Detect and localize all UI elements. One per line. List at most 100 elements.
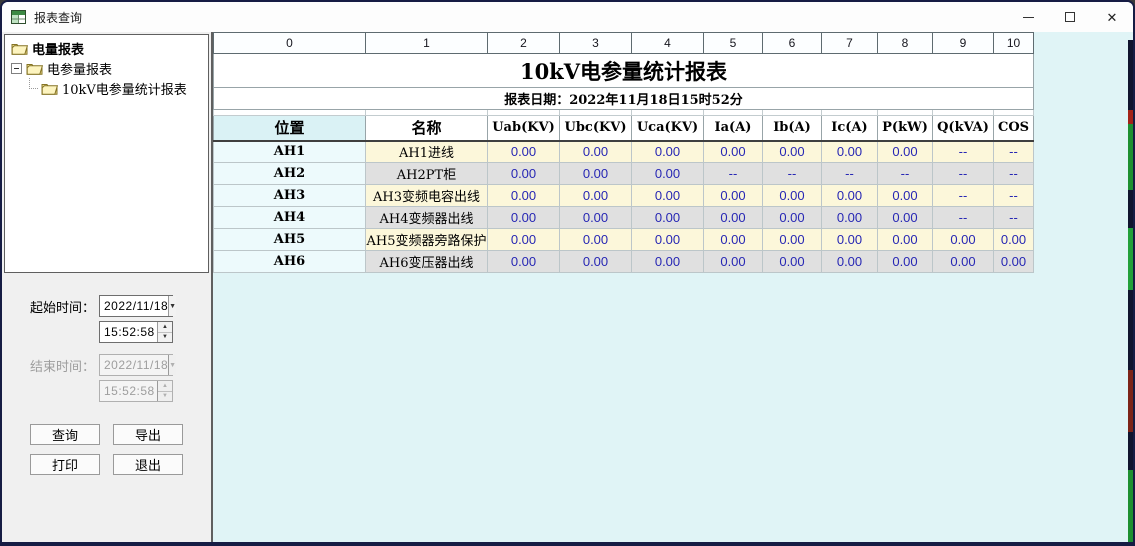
column-header[interactable]: COS [994,116,1034,141]
value-cell[interactable]: 0.00 [822,185,878,207]
value-cell[interactable]: 0.00 [763,207,822,229]
query-button[interactable]: 查询 [30,424,100,445]
location-cell[interactable]: AH2 [214,163,366,185]
column-header[interactable]: P(kW) [878,116,933,141]
column-header[interactable]: Uca(KV) [632,116,704,141]
collapse-expander-icon[interactable] [11,63,22,74]
minimize-button[interactable] [1007,2,1049,32]
name-cell[interactable]: AH3变频电容出线 [366,185,488,207]
start-time-spinner[interactable]: 15:52:58 ▲ ▼ [99,321,173,343]
column-header[interactable]: Q(kVA) [933,116,994,141]
value-cell[interactable]: 0.00 [822,229,878,251]
value-cell[interactable]: -- [878,163,933,185]
tree-item-report[interactable]: 10kV电参量统计报表 [7,78,206,98]
value-cell[interactable]: 0.00 [632,163,704,185]
column-header[interactable]: Ic(A) [822,116,878,141]
value-cell[interactable]: 0.00 [704,251,763,273]
value-cell[interactable]: -- [933,185,994,207]
value-cell[interactable]: 0.00 [822,141,878,163]
column-index-header[interactable]: 3 [560,33,632,54]
name-cell[interactable]: AH2PT柜 [366,163,488,185]
value-cell[interactable]: 0.00 [488,207,560,229]
maximize-button[interactable] [1049,2,1091,32]
column-index-header[interactable]: 2 [488,33,560,54]
location-cell[interactable]: AH6 [214,251,366,273]
value-cell[interactable]: 0.00 [704,229,763,251]
value-cell[interactable]: 0.00 [560,141,632,163]
print-button[interactable]: 打印 [30,454,100,475]
value-cell[interactable]: -- [822,163,878,185]
value-cell[interactable]: 0.00 [878,207,933,229]
value-cell[interactable]: 0.00 [704,207,763,229]
value-cell[interactable]: 0.00 [488,229,560,251]
value-cell[interactable]: 0.00 [878,229,933,251]
column-header[interactable]: Ia(A) [704,116,763,141]
tree-item-root[interactable]: 电量报表 [7,38,206,58]
value-cell[interactable]: 0.00 [488,185,560,207]
value-cell[interactable]: -- [994,185,1034,207]
location-cell[interactable]: AH5 [214,229,366,251]
column-index-header[interactable]: 10 [994,33,1034,54]
name-cell[interactable]: AH1进线 [366,141,488,163]
value-cell[interactable]: 0.00 [878,185,933,207]
value-cell[interactable]: 0.00 [704,141,763,163]
close-button[interactable]: ✕ [1091,2,1133,32]
value-cell[interactable]: 0.00 [763,141,822,163]
name-cell[interactable]: AH5变频器旁路保护 [366,229,488,251]
column-header[interactable]: Ubc(KV) [560,116,632,141]
exit-button[interactable]: 退出 [113,454,183,475]
value-cell[interactable]: 0.00 [704,185,763,207]
value-cell[interactable]: 0.00 [878,251,933,273]
column-index-header[interactable]: 4 [632,33,704,54]
value-cell[interactable]: -- [933,141,994,163]
location-cell[interactable]: AH1 [214,141,366,163]
value-cell[interactable]: 0.00 [632,229,704,251]
value-cell[interactable]: 0.00 [560,185,632,207]
value-cell[interactable]: 0.00 [763,251,822,273]
value-cell[interactable]: -- [994,141,1034,163]
name-cell[interactable]: AH4变频器出线 [366,207,488,229]
value-cell[interactable]: 0.00 [763,185,822,207]
column-index-header[interactable]: 1 [366,33,488,54]
value-cell[interactable]: 0.00 [632,251,704,273]
value-cell[interactable]: 0.00 [488,251,560,273]
column-header[interactable]: 位置 [214,116,366,141]
value-cell[interactable]: 0.00 [994,251,1034,273]
value-cell[interactable]: 0.00 [822,251,878,273]
location-cell[interactable]: AH4 [214,207,366,229]
value-cell[interactable]: 0.00 [488,141,560,163]
value-cell[interactable]: -- [994,163,1034,185]
spinner-down-icon[interactable]: ▼ [158,333,172,343]
export-button[interactable]: 导出 [113,424,183,445]
location-cell[interactable]: AH3 [214,185,366,207]
value-cell[interactable]: 0.00 [560,163,632,185]
column-index-header[interactable]: 7 [822,33,878,54]
value-cell[interactable]: -- [994,207,1034,229]
value-cell[interactable]: 0.00 [488,163,560,185]
column-index-header[interactable]: 9 [933,33,994,54]
value-cell[interactable]: 0.00 [933,251,994,273]
value-cell[interactable]: -- [763,163,822,185]
value-cell[interactable]: 0.00 [763,229,822,251]
column-header[interactable]: Uab(KV) [488,116,560,141]
value-cell[interactable]: 0.00 [560,251,632,273]
column-index-header[interactable]: 5 [704,33,763,54]
name-cell[interactable]: AH6变压器出线 [366,251,488,273]
value-cell[interactable]: 0.00 [822,207,878,229]
start-date-combobox[interactable]: 2022/11/18 ▼ [99,295,173,317]
value-cell[interactable]: 0.00 [933,229,994,251]
value-cell[interactable]: -- [704,163,763,185]
value-cell[interactable]: -- [933,163,994,185]
spinner-up-icon[interactable]: ▲ [158,322,172,333]
value-cell[interactable]: 0.00 [632,207,704,229]
column-index-header[interactable]: 8 [878,33,933,54]
column-header[interactable]: Ib(A) [763,116,822,141]
chevron-down-icon[interactable]: ▼ [168,296,176,316]
value-cell[interactable]: 0.00 [632,141,704,163]
value-cell[interactable]: 0.00 [878,141,933,163]
value-cell[interactable]: -- [933,207,994,229]
value-cell[interactable]: 0.00 [560,229,632,251]
value-cell[interactable]: 0.00 [632,185,704,207]
column-index-header[interactable]: 6 [763,33,822,54]
column-header[interactable]: 名称 [366,116,488,141]
